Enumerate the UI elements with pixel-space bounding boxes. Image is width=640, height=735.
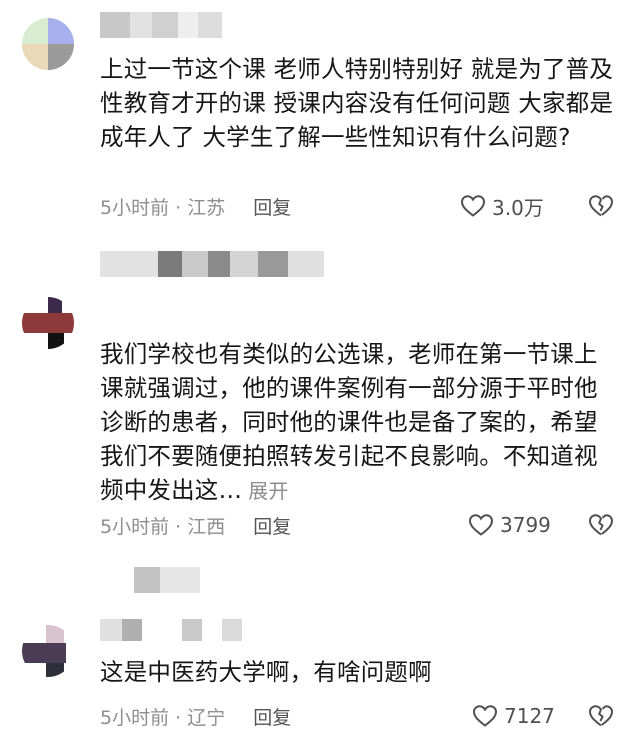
avatar-pixel <box>46 625 64 643</box>
avatar[interactable] <box>22 18 74 70</box>
comment-1: 上过一节这个课 老师人特别特别好 就是为了普及性教育才开的课 授课内容没有任何问… <box>0 0 640 245</box>
dislike-button[interactable] <box>588 510 614 540</box>
time-location: 5小时前 · 江苏 <box>100 196 226 219</box>
comment-text-content: 上过一节这个课 老师人特别特别好 就是为了普及性教育才开的课 授课内容没有任何问… <box>100 55 614 151</box>
username-blurred[interactable] <box>100 251 324 277</box>
avatar-pixel <box>22 643 66 663</box>
avatar[interactable] <box>22 297 74 349</box>
broken-heart-icon <box>589 705 614 727</box>
username-blurred[interactable] <box>100 567 200 593</box>
comment-text: 这是中医药大学啊，有啥问题啊 <box>100 655 620 689</box>
avatar-pixel <box>48 44 74 70</box>
reply-button[interactable]: 回复 <box>253 193 291 220</box>
comment-text-content: 这是中医药大学啊，有啥问题啊 <box>100 658 432 686</box>
heart-icon <box>472 705 498 727</box>
expand-link[interactable]: 展开 <box>248 479 288 503</box>
reply-button[interactable]: 回复 <box>253 703 291 730</box>
heart-icon <box>468 514 494 536</box>
avatar[interactable] <box>22 625 74 677</box>
avatar-pixel <box>22 44 48 70</box>
time-location: 5小时前 · 江西 <box>100 515 226 538</box>
comment-text: 上过一节这个课 老师人特别特别好 就是为了普及性教育才开的课 授课内容没有任何问… <box>100 52 620 154</box>
dislike-button[interactable] <box>588 701 614 731</box>
like-count: 7127 <box>504 704 555 728</box>
like-button[interactable]: 3799 <box>468 510 551 540</box>
broken-heart-icon <box>589 195 614 217</box>
avatar-pixel <box>46 663 64 677</box>
time-location: 5小时前 · 辽宁 <box>100 706 226 729</box>
avatar-pixel <box>48 18 74 44</box>
avatar-pixel <box>48 297 62 313</box>
comment-2: 我们学校也有类似的公选课，老师在第一节课上课就强调过，他的课件案例有一部分源于平… <box>0 245 640 555</box>
comment-meta: 5小时前 · 辽宁 回复 <box>100 701 291 731</box>
dislike-button[interactable] <box>588 191 614 221</box>
like-count: 3799 <box>500 513 551 537</box>
comment-text-content: 我们学校也有类似的公选课，老师在第一节课上课就强调过，他的课件案例有一部分源于平… <box>100 340 598 504</box>
comment-meta: 5小时前 · 江苏 回复 <box>100 191 291 221</box>
like-button[interactable]: 3.0万 <box>460 191 544 221</box>
comment-meta: 5小时前 · 江西 回复 <box>100 510 291 540</box>
username-blurred[interactable] <box>100 12 222 38</box>
comment-3: 这是中医药大学啊，有啥问题啊 5小时前 · 辽宁 回复 7127 <box>0 555 640 735</box>
like-count: 3.0万 <box>492 195 544 220</box>
username-blurred[interactable] <box>100 619 242 641</box>
avatar-pixel <box>22 313 74 333</box>
reply-button[interactable]: 回复 <box>253 512 291 539</box>
avatar-pixel <box>48 333 64 349</box>
comment-text: 我们学校也有类似的公选课，老师在第一节课上课就强调过，他的课件案例有一部分源于平… <box>100 337 620 508</box>
heart-icon <box>460 195 486 217</box>
like-button[interactable]: 7127 <box>472 701 555 731</box>
broken-heart-icon <box>589 514 614 536</box>
